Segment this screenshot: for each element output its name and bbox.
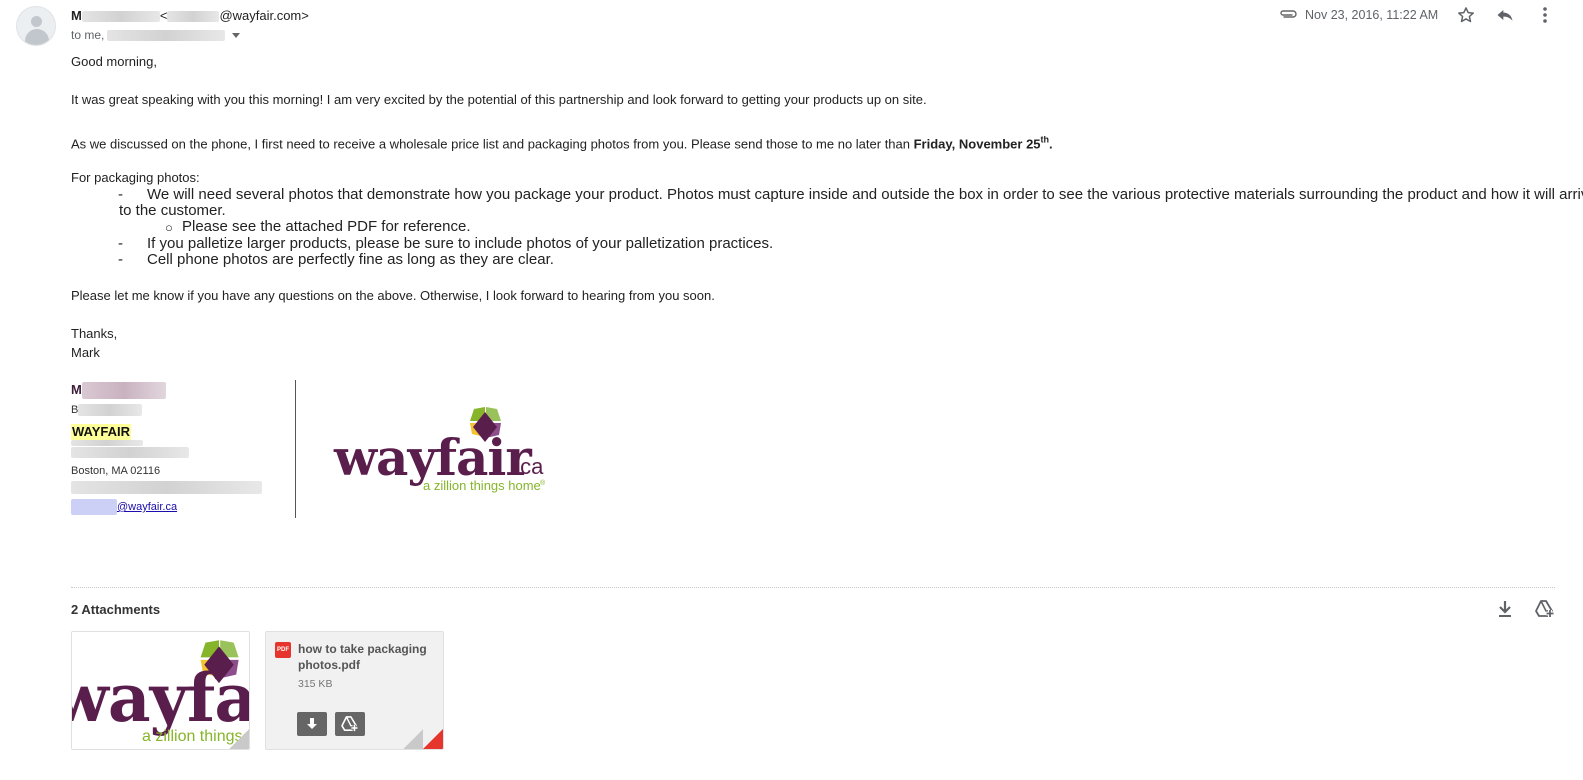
signature-title-redacted <box>78 404 143 417</box>
bullet-2-dash: - <box>118 235 123 252</box>
signature-redacted-line-2 <box>71 447 189 458</box>
attachment-icon <box>1280 10 1297 18</box>
sender-name-initial: M <box>71 8 82 23</box>
attachment-logo-tagline: a zillion things <box>142 728 243 745</box>
pdf-corner-flag <box>423 729 443 749</box>
attachment-logo-word: wayfair <box>72 659 250 737</box>
attachment-filename: how to take packaging photos.pdf <box>298 642 427 672</box>
paragraph-1: It was great speaking with you this morn… <box>71 92 927 107</box>
deadline-period: . <box>1049 136 1053 152</box>
sub-bullet-marker: ○ <box>165 220 173 235</box>
pdf-corner-fold <box>403 729 423 749</box>
paragraph-2-text: As we discussed on the phone, I first ne… <box>71 136 914 152</box>
recipients-redacted <box>107 30 226 42</box>
bullet-1-dash: - <box>118 186 123 203</box>
logo-suffix: .ca <box>514 454 544 479</box>
bullet-1-line-2: to the customer. <box>119 202 226 219</box>
signature-name-redacted <box>81 382 166 400</box>
sender-email-open: < <box>159 8 168 23</box>
attachment-pdf-card[interactable]: PDF how to take packaging photos.pdf 315… <box>265 631 444 750</box>
signoff-name: Mark <box>71 345 100 360</box>
sender-line[interactable]: M < @wayfair.com> <box>71 7 309 25</box>
avatar-body-shape <box>25 29 49 45</box>
save-to-drive-icon[interactable] <box>335 712 365 736</box>
message-date: Nov 23, 2016, 11:22 AM <box>1305 8 1439 22</box>
signature-email[interactable]: @wayfair.ca <box>71 499 177 516</box>
recipients-chevron-down-icon[interactable] <box>232 33 241 39</box>
signature-redacted-line-1 <box>71 440 143 446</box>
download-all-icon[interactable] <box>1493 597 1517 621</box>
bullet-1-line-1: We will need several photos that demonst… <box>147 186 1583 203</box>
bullet-3-text: Cell phone photos are perfectly fine as … <box>147 251 554 268</box>
wayfair-logo: wayfair .ca a zillion things home ® <box>334 404 554 500</box>
more-vert-icon[interactable] <box>1533 3 1557 27</box>
avatar-head-shape <box>31 16 42 27</box>
signature-name: M <box>71 381 166 400</box>
signature-email-redacted <box>71 499 117 516</box>
attachment-1-corner <box>229 729 249 749</box>
signature-title-initial: B <box>71 404 79 416</box>
logo-tagline: a zillion things home <box>423 478 541 493</box>
download-attachment-icon[interactable] <box>297 712 327 736</box>
bullet-3-dash: - <box>118 251 123 268</box>
greeting: Good morning, <box>71 54 157 69</box>
sender-avatar[interactable] <box>16 6 56 46</box>
deadline-suffix: th <box>1040 135 1050 145</box>
closing-paragraph: Please let me know if you have any quest… <box>71 288 715 303</box>
signature-title: B <box>71 403 143 417</box>
signature-divider <box>295 380 296 518</box>
attachment-filesize: 315 KB <box>298 678 333 690</box>
sender-name-redacted <box>81 11 160 23</box>
attachments-title: 2 Attachments <box>71 602 161 617</box>
star-icon[interactable] <box>1454 3 1478 27</box>
pdf-icon: PDF <box>275 642 291 658</box>
signature-address: Boston, MA 02116 <box>71 465 161 477</box>
thanks-line: Thanks, <box>71 326 118 341</box>
attachments-separator <box>71 587 1555 588</box>
recipients-line[interactable]: to me, <box>71 27 241 43</box>
sender-email-redacted <box>167 11 220 23</box>
sub-bullet-text: Please see the attached PDF for referenc… <box>182 218 471 235</box>
signature-phone-redacted <box>71 481 262 494</box>
deadline-date: Friday, November 25 <box>913 136 1041 152</box>
to-label: to me, <box>71 28 105 42</box>
sender-email-suffix: @wayfair.com> <box>219 8 309 23</box>
signature-name-initial: M <box>71 382 82 397</box>
add-all-to-drive-icon[interactable] <box>1533 597 1557 621</box>
attachment-image-card[interactable]: wayfair a zillion things <box>71 631 250 750</box>
packaging-heading: For packaging photos: <box>71 170 200 185</box>
bullet-2-text: If you palletize larger products, please… <box>147 235 774 252</box>
paragraph-2: As we discussed on the phone, I first ne… <box>71 132 1053 152</box>
logo-registered-mark: ® <box>540 480 546 487</box>
signature-email-link[interactable]: @wayfair.ca <box>117 501 177 513</box>
signature-brand: WAYFAIR <box>71 424 132 440</box>
reply-icon[interactable] <box>1493 3 1517 27</box>
